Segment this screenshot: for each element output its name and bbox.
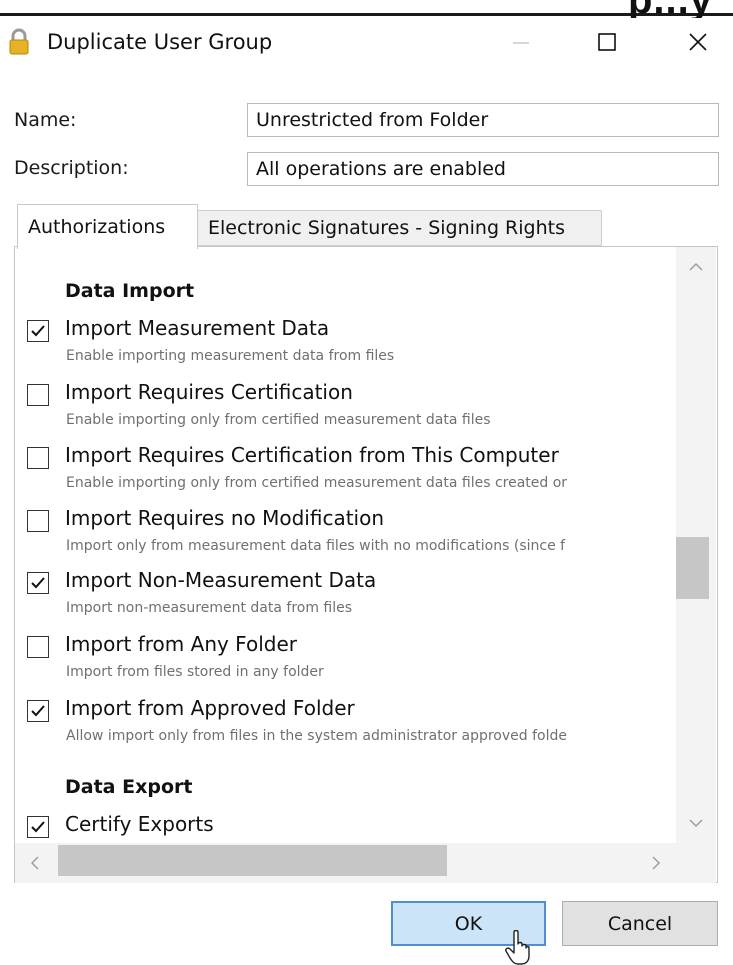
vertical-scroll-thumb[interactable] [676,536,709,599]
permission-title: Import Non-Measurement Data [65,568,377,592]
permission-description: Import non-measurement data from files [66,600,353,616]
minimize-icon [513,42,529,44]
background-window-fragment: p...y [0,0,733,18]
title-bar[interactable]: Duplicate User Group [0,18,733,70]
background-rule [0,13,733,16]
permission-checkbox[interactable] [27,572,49,594]
tab-electronic-signatures[interactable]: Electronic Signatures - Signing Rights [197,210,602,246]
description-label: Description: [14,157,129,179]
permission-title: Import from Approved Folder [65,696,355,720]
permission-checkbox[interactable] [27,510,49,532]
chevron-up-icon [689,263,703,271]
section-heading-data-export: Data Export [65,776,193,798]
name-label: Name: [14,109,77,131]
authorizations-panel: Data Import Import Measurement Data Enab… [14,246,718,883]
permission-title: Certify Exports [65,812,214,836]
close-button[interactable] [675,20,721,64]
vertical-scrollbar[interactable] [676,247,716,843]
permission-description: Enable importing only from certified mea… [66,475,568,491]
horizontal-scrollbar[interactable] [15,843,676,883]
scroll-right-button[interactable] [636,843,676,883]
permission-checkbox[interactable] [27,700,49,722]
permission-item: Certify Exports [15,812,675,843]
permission-item: Import Requires Certification Enable imp… [15,380,675,436]
permission-title: Import Requires Certification from This … [65,443,559,467]
permission-title: Import Requires Certification [65,380,353,404]
checkmark-icon [31,325,45,337]
chevron-down-icon [689,819,703,827]
chevron-right-icon [652,856,660,870]
scroll-down-button[interactable] [676,803,716,843]
permission-item: Import Non-Measurement Data Import non-m… [15,568,675,624]
chevron-left-icon [31,856,39,870]
permission-item: Import from Any Folder Import from files… [15,632,675,688]
authorizations-list[interactable]: Data Import Import Measurement Data Enab… [15,247,675,843]
maximize-icon [598,33,616,51]
background-heading: p...y [628,0,713,18]
permission-description: Allow import only from files in the syst… [66,728,567,744]
permission-description: Import from files stored in any folder [66,664,324,680]
section-heading-data-import: Data Import [65,280,195,302]
permission-title: Import Requires no Modification [65,506,385,530]
permission-description: Enable importing only from certified mea… [66,412,491,428]
close-icon [689,33,707,51]
checkmark-icon [31,821,45,833]
permission-checkbox[interactable] [27,447,49,469]
permission-checkbox[interactable] [27,636,49,658]
permission-item: Import from Approved Folder Allow import… [15,696,675,752]
permission-checkbox[interactable] [27,816,49,838]
window-title: Duplicate User Group [47,30,273,54]
permission-checkbox[interactable] [27,384,49,406]
checkmark-icon [31,705,45,717]
mouse-cursor-icon [505,929,531,965]
permission-description: Import only from measurement data files … [66,538,566,554]
permission-item: Import Requires no Modification Import o… [15,506,675,562]
scroll-left-button[interactable] [15,843,55,883]
minimize-button[interactable] [498,20,544,64]
permission-checkbox[interactable] [27,320,49,342]
permission-title: Import Measurement Data [65,316,330,340]
description-field[interactable] [247,152,719,186]
checkmark-icon [31,577,45,589]
permission-item: Import Requires Certification from This … [15,443,675,499]
scroll-up-button[interactable] [676,247,716,287]
maximize-button[interactable] [584,20,630,64]
horizontal-scroll-thumb[interactable] [58,845,447,876]
permission-item: Import Measurement Data Enable importing… [15,316,675,372]
permission-description: Enable importing measurement data from f… [66,348,395,364]
permission-title: Import from Any Folder [65,632,297,656]
lock-icon [8,28,30,56]
cancel-button[interactable]: Cancel [562,901,718,946]
scrollbar-corner [676,843,716,883]
name-field[interactable] [247,103,719,137]
tab-authorizations[interactable]: Authorizations [17,204,198,249]
